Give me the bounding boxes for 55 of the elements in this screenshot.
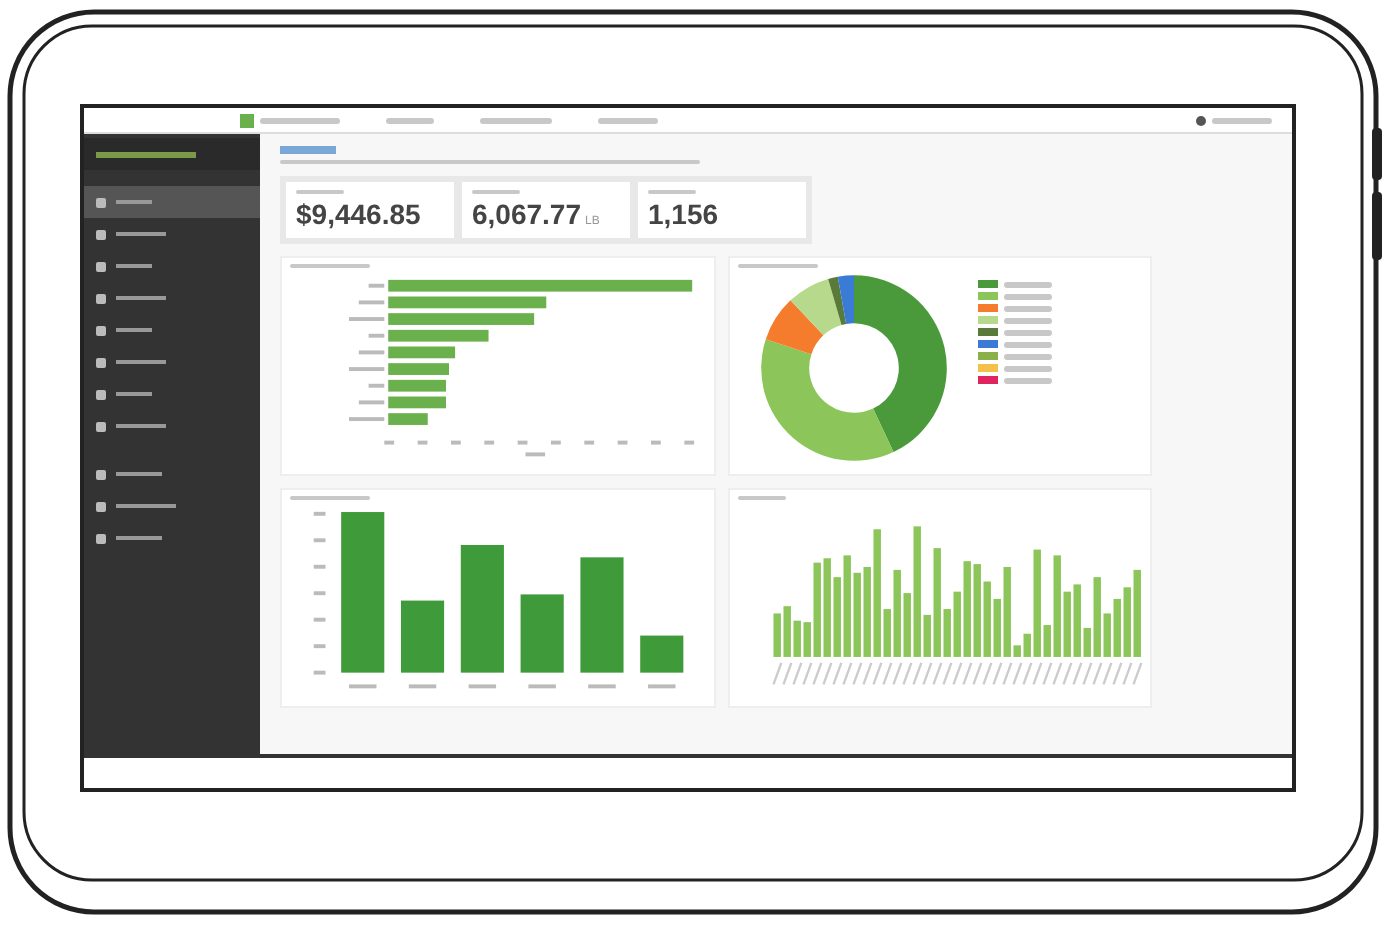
chart-bar: [460, 544, 504, 673]
axis-label: [384, 440, 395, 445]
nav-menu: [480, 117, 552, 123]
axis-label: [313, 538, 326, 543]
axis-label: [358, 400, 385, 405]
axis-label: [408, 684, 437, 689]
axis-label: [517, 440, 528, 445]
axis-label: [313, 591, 326, 596]
axis-label: [349, 684, 377, 689]
axis-label: [684, 440, 695, 445]
axis-label: [528, 684, 556, 689]
user-name: [1212, 117, 1272, 123]
axis-label: [358, 350, 385, 355]
axis-label: [617, 440, 628, 445]
axis-label: [468, 684, 497, 689]
axis-label: [313, 617, 326, 622]
nav-menu: [598, 117, 658, 123]
axis-label: [651, 440, 661, 445]
axis-label: [368, 283, 385, 288]
axis-label: [368, 383, 385, 388]
axis-label: [313, 511, 326, 516]
logo-icon: [240, 113, 254, 127]
axis-label: [417, 440, 428, 445]
chart-bar: [400, 600, 445, 673]
axis-label: [584, 440, 595, 445]
axis-label: [551, 440, 561, 445]
chart-bar: [520, 594, 564, 673]
axis-label: [358, 300, 385, 305]
axis-title: [525, 452, 546, 457]
axis-label: [349, 317, 385, 321]
axis-label: [588, 684, 616, 689]
axis-label: [349, 367, 385, 371]
axis-label: [368, 333, 385, 338]
axis-label: [313, 564, 326, 569]
app-name: [260, 117, 340, 123]
chart-bar: [640, 635, 684, 673]
chart-bar: [388, 396, 446, 409]
nav-menu: [386, 117, 434, 123]
chart-bar: [388, 379, 446, 392]
chart-bar: [388, 413, 428, 425]
axis-label: [349, 417, 385, 421]
chart-bar: [388, 346, 456, 359]
stat-value: $9,446.85: [296, 198, 421, 230]
axis-label: [451, 440, 461, 445]
sidebar-item[interactable]: [84, 186, 260, 218]
axis-label: [484, 440, 495, 445]
stat-value: 1,156: [648, 198, 719, 230]
chart-bar: [388, 363, 449, 375]
chart-bar: [388, 329, 489, 342]
user-icon: [1196, 115, 1206, 125]
axis-label: [313, 670, 326, 675]
axis-label: [313, 644, 326, 649]
chart-bar: [580, 557, 624, 673]
axis-label: [648, 684, 676, 689]
stat-value: 6,067.77: [472, 198, 581, 230]
